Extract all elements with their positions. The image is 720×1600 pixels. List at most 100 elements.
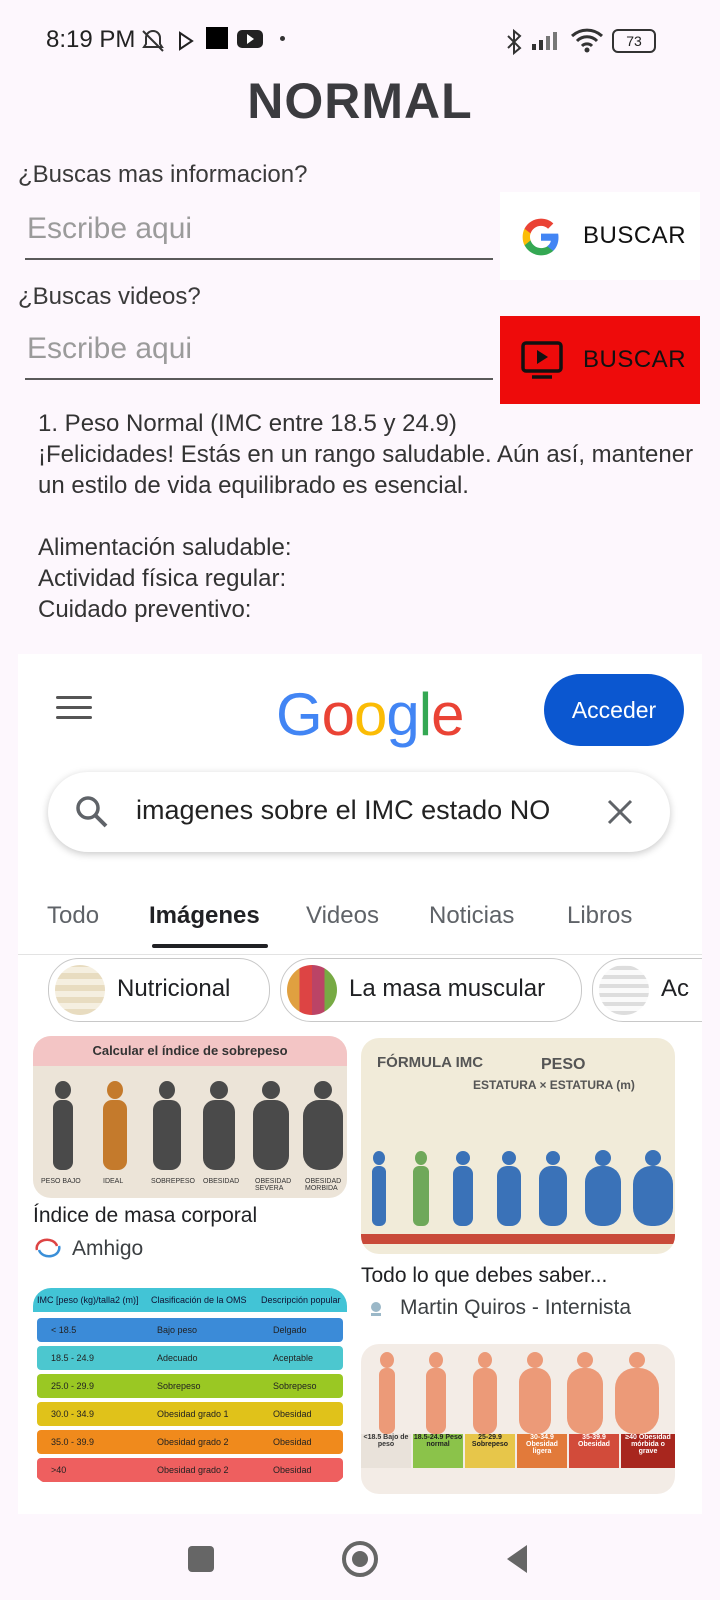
youtube-search-button-label: BUSCAR: [583, 346, 687, 373]
bmi-table-cell: Obesidad: [273, 1409, 312, 1419]
result-source-2: Martin Quiros - Internista: [400, 1296, 632, 1319]
result-image-4-labels: <18.5 Bajo de peso 18.5-24.9 Peso normal…: [361, 1434, 675, 1468]
youtube-search-button[interactable]: BUSCAR: [500, 316, 700, 404]
search-query: imagenes sobre el IMC estado NO: [136, 795, 551, 825]
status-bar: 8:19 PM 73: [0, 0, 720, 80]
result-image-1-labels: PESO BAJO IDEAL SOBREPESO OBESIDAD OBESI…: [41, 1178, 342, 1192]
body-silhouettes-blue-icon: [361, 1150, 675, 1244]
play-store-icon: [179, 31, 194, 51]
bmi-table-cell: Adecuado: [157, 1353, 198, 1363]
bmi-table-cell: Sobrepeso: [273, 1381, 317, 1391]
clear-icon[interactable]: [604, 796, 636, 828]
bmi-table-cell: Aceptable: [273, 1353, 314, 1363]
youtube-icon: [237, 30, 263, 48]
chip-ac[interactable]: Ac: [592, 958, 702, 1022]
search-tabs: Todo Imágenes Videos Noticias Libros: [18, 874, 702, 955]
signal-icon: [532, 32, 557, 50]
google-search-button[interactable]: BUSCAR: [500, 192, 700, 280]
bmi-table-row: < 18.5 Bajo peso Delgado: [37, 1318, 343, 1342]
bmi-table-cell: Bajo peso: [157, 1325, 198, 1335]
video-search-placeholder: Escribe aqui: [27, 332, 193, 365]
tab-todo[interactable]: Todo: [47, 902, 99, 930]
result-image-2-formula: FÓRMULA IMC: [377, 1054, 484, 1071]
bmi-table-cell: Obesidad grado 2: [157, 1437, 229, 1447]
result-image-3[interactable]: IMC [peso (kg)/talla2 (m)] Clasificación…: [33, 1288, 347, 1484]
bmi-table-cell: 25.0 - 29.9: [51, 1381, 95, 1391]
google-search-button-label: BUSCAR: [583, 222, 687, 249]
result-image-4[interactable]: <18.5 Bajo de peso 18.5-24.9 Peso normal…: [361, 1344, 675, 1494]
result-image-2-peso: PESO: [541, 1056, 586, 1073]
mute-bell-icon: [142, 29, 164, 52]
home-button[interactable]: [340, 1539, 380, 1579]
info-search-placeholder: Escribe aqui: [27, 212, 193, 245]
sign-in-button[interactable]: Acceder: [544, 674, 684, 746]
menu-icon[interactable]: [56, 696, 92, 720]
recent-apps-button[interactable]: [188, 1546, 214, 1572]
chip-label: La masa muscular: [349, 975, 546, 1002]
tab-noticias[interactable]: Noticias: [429, 902, 514, 930]
bmi-table-cell: < 18.5: [51, 1325, 77, 1335]
google-webview[interactable]: Google Acceder imagenes sobre el IMC est…: [18, 654, 702, 1514]
video-search-label: ¿Buscas videos?: [18, 283, 201, 310]
bmi-table-cell: 30.0 - 34.9: [51, 1409, 95, 1419]
chip-label: Ac: [661, 975, 690, 1002]
bmi-table-cell: Obesidad grado 1: [157, 1409, 229, 1419]
bmi-table-cell: >40: [51, 1465, 67, 1475]
bmi-table-cell: Obesidad: [273, 1437, 312, 1447]
status-time: 8:19 PM: [46, 26, 136, 53]
bmi-table-cell: Delgado: [273, 1325, 307, 1335]
chip-masa-muscular[interactable]: La masa muscular: [280, 958, 582, 1022]
search-icon: [76, 796, 108, 828]
source-favicon-icon: [371, 1302, 381, 1316]
bmi-table-cell: 18.5 - 24.9: [51, 1353, 95, 1363]
notification-dot-icon: [280, 36, 285, 41]
body-silhouettes-icon: [53, 1081, 343, 1170]
bmi-table-row: 30.0 - 34.9 Obesidad grado 1 Obesidad: [37, 1402, 343, 1426]
wifi-icon: [570, 28, 604, 53]
info-search-label: ¿Buscas mas informacion?: [18, 161, 308, 188]
chip-nutricional[interactable]: Nutricional: [48, 958, 270, 1022]
chip-thumbnail: [287, 965, 337, 1015]
active-tab-indicator: [152, 944, 268, 948]
result-source-1: Amhigo: [72, 1237, 144, 1260]
tab-imagenes[interactable]: Imágenes: [149, 902, 260, 930]
bmi-table-cell: 35.0 - 39.9: [51, 1437, 95, 1447]
bmi-table-row: 35.0 - 39.9 Obesidad grado 2 Obesidad: [37, 1430, 343, 1454]
result-caption-2[interactable]: Todo lo que debes saber...: [361, 1264, 607, 1288]
tab-libros[interactable]: Libros: [567, 902, 632, 930]
bluetooth-icon: [507, 28, 522, 56]
bmi-table-cell: Obesidad grado 2: [157, 1465, 229, 1475]
chip-thumbnail: [599, 965, 649, 1015]
chip-thumbnail: [55, 965, 105, 1015]
amhigo-favicon-icon: [35, 1238, 61, 1258]
battery-level: 73: [626, 33, 642, 49]
tv-play-icon: [521, 341, 563, 379]
video-search-input[interactable]: Escribe aqui: [25, 328, 493, 380]
google-g-icon: [522, 218, 559, 256]
chip-label: Nutricional: [117, 975, 231, 1002]
bmi-table-header-3: Descripción popular: [261, 1295, 341, 1305]
page-title: NORMAL: [247, 73, 473, 129]
info-search-input[interactable]: Escribe aqui: [25, 208, 493, 260]
bmi-table-cell: Sobrepeso: [157, 1381, 201, 1391]
bmi-table-row: >40 Obesidad grado 2 Obesidad: [37, 1458, 343, 1482]
body-silhouettes-peach-icon: [379, 1352, 659, 1434]
bmi-info-text: 1. Peso Normal (IMC entre 18.5 y 24.9) ¡…: [38, 410, 694, 623]
system-nav-bar: [0, 1516, 720, 1600]
google-logo: Google: [276, 681, 465, 748]
result-image-2[interactable]: FÓRMULA IMC PESO ESTATURA × ESTATURA (m): [361, 1038, 675, 1254]
result-caption-1[interactable]: Índice de masa corporal: [33, 1204, 257, 1228]
bmi-table-header-2: Clasificación de la OMS: [151, 1295, 247, 1305]
google-search-box[interactable]: imagenes sobre el IMC estado NO: [48, 772, 670, 852]
bmi-table-cell: Obesidad: [273, 1465, 312, 1475]
bmi-table-header-1: IMC [peso (kg)/talla2 (m)]: [37, 1295, 139, 1305]
result-image-1[interactable]: Calcular el índice de sobrepeso PESO BAJ…: [33, 1036, 347, 1198]
result-image-2-estatura: ESTATURA × ESTATURA (m): [473, 1078, 635, 1092]
bmi-table-header: IMC [peso (kg)/talla2 (m)] Clasificación…: [33, 1288, 347, 1312]
app-icon: [206, 27, 228, 49]
battery-icon: 73: [612, 29, 656, 53]
bmi-table-row: 18.5 - 24.9 Adecuado Aceptable: [37, 1346, 343, 1370]
tab-videos[interactable]: Videos: [306, 902, 379, 930]
bmi-table-row: 25.0 - 29.9 Sobrepeso Sobrepeso: [37, 1374, 343, 1398]
back-button[interactable]: [503, 1543, 531, 1575]
